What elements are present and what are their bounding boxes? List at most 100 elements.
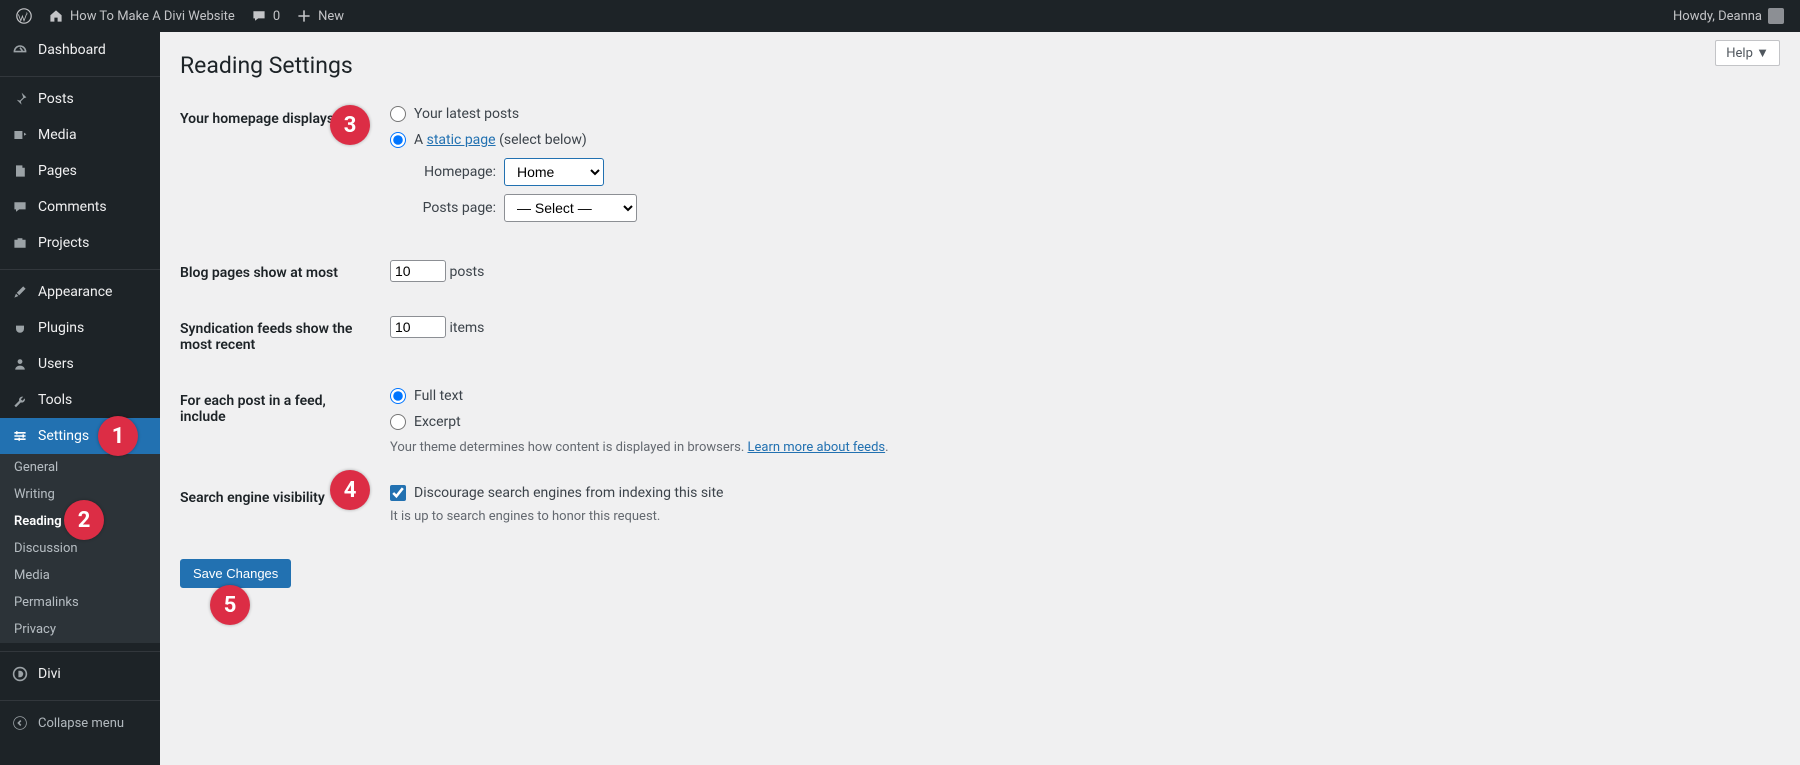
menu-tools[interactable]: Tools [0, 382, 160, 418]
portfolio-icon [10, 233, 30, 253]
page-title: Reading Settings [180, 32, 1780, 91]
feed-include-label: For each post in a feed, include [180, 373, 380, 470]
submenu-general[interactable]: General [0, 454, 160, 481]
menu-label: Divi [38, 666, 61, 682]
syndication-label: Syndication feeds show the most recent [180, 301, 380, 373]
comment-icon [251, 8, 267, 24]
howdy-text: Howdy, Deanna [1673, 9, 1762, 24]
callout-5: 5 [210, 585, 250, 625]
search-visibility-label: Search engine visibility [180, 470, 380, 539]
media-icon [10, 125, 30, 145]
menu-comments[interactable]: Comments [0, 189, 160, 225]
submenu-privacy[interactable]: Privacy [0, 616, 160, 643]
home-icon [48, 8, 64, 24]
divi-icon [10, 664, 30, 684]
syndication-unit: items [449, 320, 484, 336]
admin-bar: How To Make A Divi Website 0 New Howdy, … [0, 0, 1800, 32]
settings-submenu: General Writing Reading2 Discussion Medi… [0, 454, 160, 643]
homepage-displays-label: Your homepage displays [180, 91, 380, 245]
pin-icon [10, 89, 30, 109]
discourage-label: Discourage search engines from indexing … [414, 485, 723, 501]
menu-label: Dashboard [38, 42, 106, 58]
submenu-reading[interactable]: Reading2 [0, 508, 160, 535]
sliders-icon [10, 426, 30, 446]
wrench-icon [10, 390, 30, 410]
site-link[interactable]: How To Make A Divi Website [40, 0, 243, 32]
posts-page-select[interactable]: — Select — [504, 194, 637, 222]
menu-label: Appearance [38, 284, 112, 300]
wordpress-icon [16, 8, 32, 24]
collapse-label: Collapse menu [38, 716, 124, 731]
feed-desc-prefix: Your theme determines how content is dis… [390, 440, 748, 455]
new-link[interactable]: New [288, 0, 352, 32]
full-text-label: Full text [414, 388, 463, 404]
menu-label: Tools [38, 392, 72, 408]
menu-divi[interactable]: Divi [0, 656, 160, 692]
site-title: How To Make A Divi Website [70, 9, 235, 24]
plug-icon [10, 318, 30, 338]
homepage-select[interactable]: Home [504, 158, 604, 186]
new-label: New [318, 9, 344, 24]
help-tab[interactable]: Help ▼ [1715, 40, 1780, 66]
menu-projects[interactable]: Projects [0, 225, 160, 261]
menu-label: Users [38, 356, 74, 372]
menu-separator [0, 72, 160, 77]
comments-count: 0 [273, 9, 280, 24]
blog-pages-label: Blog pages show at most [180, 245, 380, 301]
comment-icon [10, 197, 30, 217]
homepage-select-label: Homepage: [412, 164, 496, 180]
blog-pages-unit: posts [449, 264, 484, 280]
menu-label: Media [38, 127, 77, 143]
submenu-permalinks[interactable]: Permalinks [0, 589, 160, 616]
menu-label: Posts [38, 91, 74, 107]
menu-plugins[interactable]: Plugins [0, 310, 160, 346]
radio-latest-posts[interactable] [390, 106, 406, 122]
plus-icon [296, 8, 312, 24]
menu-separator [0, 647, 160, 652]
discourage-checkbox[interactable] [390, 485, 406, 501]
menu-users[interactable]: Users [0, 346, 160, 382]
dashboard-icon [10, 40, 30, 60]
syndication-input[interactable] [390, 316, 446, 338]
avatar [1768, 8, 1784, 24]
menu-separator [0, 265, 160, 270]
menu-posts[interactable]: Posts [0, 81, 160, 117]
menu-appearance[interactable]: Appearance [0, 274, 160, 310]
submenu-writing[interactable]: Writing [0, 481, 160, 508]
collapse-icon [10, 713, 30, 733]
static-suffix: (select below) [499, 132, 587, 148]
radio-full-text[interactable] [390, 388, 406, 404]
menu-pages[interactable]: Pages [0, 153, 160, 189]
menu-separator [0, 696, 160, 701]
comments-link[interactable]: 0 [243, 0, 288, 32]
howdy-link[interactable]: Howdy, Deanna [1665, 0, 1792, 32]
static-page-link[interactable]: static page [427, 132, 496, 148]
user-icon [10, 354, 30, 374]
content-area: Help ▼ Reading Settings Your homepage di… [160, 32, 1800, 765]
brush-icon [10, 282, 30, 302]
static-prefix: A [414, 132, 427, 148]
feed-desc-suffix: . [885, 440, 888, 455]
menu-label: Settings [38, 428, 89, 444]
submenu-discussion[interactable]: Discussion [0, 535, 160, 562]
blog-pages-input[interactable] [390, 260, 446, 282]
learn-more-feeds-link[interactable]: Learn more about feeds [748, 440, 886, 455]
excerpt-label: Excerpt [414, 414, 461, 430]
discourage-note: It is up to search engines to honor this… [390, 509, 1770, 524]
callout-1: 1 [98, 416, 138, 456]
menu-media[interactable]: Media [0, 117, 160, 153]
latest-posts-label: Your latest posts [414, 106, 519, 122]
wp-logo[interactable] [8, 0, 40, 32]
posts-page-select-label: Posts page: [412, 200, 496, 216]
radio-excerpt[interactable] [390, 414, 406, 430]
menu-label: Projects [38, 235, 89, 251]
menu-label: Comments [38, 199, 107, 215]
menu-settings[interactable]: Settings 1 [0, 418, 160, 454]
admin-sidebar: Dashboard Posts Media Pages Comments Pro… [0, 32, 160, 765]
menu-label: Plugins [38, 320, 84, 336]
save-button[interactable]: Save Changes [180, 559, 291, 588]
menu-dashboard[interactable]: Dashboard [0, 32, 160, 68]
submenu-media[interactable]: Media [0, 562, 160, 589]
collapse-menu[interactable]: Collapse menu [0, 705, 160, 741]
radio-static-page[interactable] [390, 132, 406, 148]
